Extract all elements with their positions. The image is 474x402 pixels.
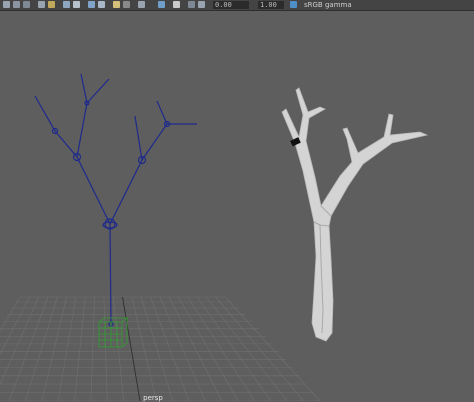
grid-line-vertical	[150, 296, 190, 401]
joint-chain-left-upper[interactable]	[76, 73, 88, 158]
joint-chain-left-twig[interactable]	[86, 78, 110, 104]
select-tool-icon[interactable]	[3, 1, 10, 8]
grid-line-vertical	[224, 296, 321, 401]
grid-line-vertical	[57, 296, 77, 401]
xray-icon[interactable]	[158, 1, 165, 8]
grid-line-vertical	[206, 296, 288, 401]
bookmark-icon[interactable]	[48, 1, 55, 8]
grid-line-vertical	[8, 296, 49, 401]
textured-icon[interactable]	[98, 1, 105, 8]
color-space-label[interactable]: sRGB gamma	[304, 0, 384, 10]
grid-line-vertical	[159, 296, 206, 401]
ambient-occlusion-icon[interactable]	[138, 1, 145, 8]
grid-line-vertical	[112, 296, 124, 401]
gamma-field[interactable]: 1.00	[258, 1, 284, 9]
joint-chain-right-upper[interactable]	[141, 100, 168, 161]
viewport-scene	[0, 73, 429, 401]
tree-mesh[interactable]	[281, 87, 429, 342]
camera-icon[interactable]	[38, 1, 45, 8]
film-gate-icon[interactable]	[198, 1, 205, 8]
grid-line-vertical	[103, 296, 108, 401]
grid-line-vertical	[41, 296, 67, 401]
wireframe-icon[interactable]	[73, 1, 80, 8]
panel-toolbar: 0.00 1.00 sRGB gamma	[0, 0, 474, 11]
3d-viewport[interactable]: persp	[0, 11, 474, 402]
paint-tool-icon[interactable]	[23, 1, 30, 8]
isolate-icon[interactable]	[173, 1, 180, 8]
joint-skeleton[interactable]	[34, 73, 197, 327]
joint-chain-trunk[interactable]	[109, 223, 112, 325]
grid-line-vertical	[140, 296, 174, 401]
shaded-icon[interactable]	[88, 1, 95, 8]
grid-toggle-icon[interactable]	[63, 1, 70, 8]
joint-chain-left[interactable]	[34, 95, 111, 225]
grid-line-vertical	[131, 296, 157, 401]
shadows-icon[interactable]	[123, 1, 130, 8]
tree-mesh-body[interactable]	[281, 87, 429, 342]
grid-line-vertical	[90, 296, 95, 401]
joint-chain-right[interactable]	[109, 115, 143, 225]
lasso-tool-icon[interactable]	[13, 1, 20, 8]
ground-grid	[0, 296, 321, 401]
color-management-icon[interactable]	[290, 1, 297, 8]
root-control-cage[interactable]	[98, 317, 129, 348]
grid-line-vertical	[25, 296, 58, 401]
exposure-field[interactable]: 0.00	[213, 1, 249, 9]
grid-line-vertical	[0, 296, 39, 386]
lights-icon[interactable]	[113, 1, 120, 8]
grid-line-vertical	[74, 296, 86, 401]
grid-line-vertical	[168, 296, 223, 401]
grid-line-vertical	[187, 296, 255, 401]
grid-axis-line	[122, 296, 141, 401]
resolution-gate-icon[interactable]	[188, 1, 195, 8]
